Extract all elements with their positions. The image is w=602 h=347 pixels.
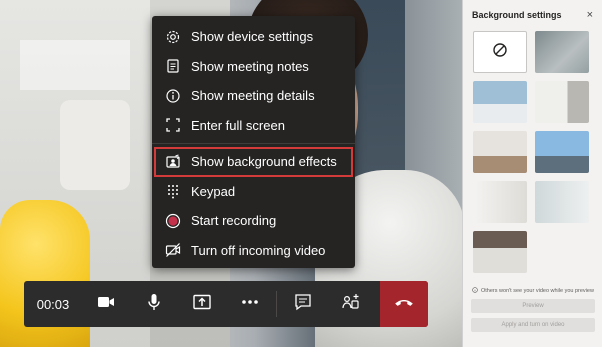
info-icon	[165, 88, 181, 104]
background-option-thumbnail[interactable]	[473, 181, 527, 223]
menu-item-keypad[interactable]: Keypad	[152, 177, 355, 207]
menu-item-full-screen[interactable]: Enter full screen	[152, 111, 355, 141]
background-option-thumbnail[interactable]	[535, 81, 589, 123]
fullscreen-icon	[165, 117, 181, 133]
no-background-icon	[492, 42, 508, 63]
share-screen-button[interactable]	[178, 281, 226, 327]
menu-item-label: Show device settings	[191, 29, 314, 45]
menu-item-label: Turn off incoming video	[191, 242, 326, 258]
menu-item-label: Show meeting details	[191, 88, 315, 104]
menu-item-label: Show meeting notes	[191, 58, 309, 74]
menu-item-label: Keypad	[191, 183, 236, 199]
menu-divider	[152, 143, 355, 144]
call-control-bar: 00:03	[24, 281, 428, 327]
info-icon	[472, 287, 478, 295]
background-option-thumbnail[interactable]	[535, 181, 589, 223]
share-screen-icon	[192, 292, 212, 317]
menu-item-label: Show background effects	[191, 154, 337, 170]
chat-button[interactable]	[279, 281, 327, 327]
apply-and-turn-on-video-button[interactable]: Apply and turn on video	[471, 318, 595, 332]
toolbar-divider	[276, 291, 277, 317]
teams-call-window: Show device settings Show meeting notes …	[0, 0, 602, 347]
camera-icon	[96, 292, 116, 317]
panel-header: Background settings ×	[463, 0, 602, 30]
microphone-icon	[144, 292, 164, 317]
hang-up-button[interactable]	[380, 281, 428, 327]
background-option-none[interactable]	[473, 31, 527, 73]
gear-icon	[165, 29, 181, 45]
participants-icon	[341, 292, 361, 317]
background-option-thumbnail[interactable]	[473, 81, 527, 123]
record-icon	[165, 213, 181, 229]
video-off-icon	[165, 242, 181, 258]
preview-note-text: Others won't see your video while you pr…	[481, 288, 594, 294]
background-settings-panel: Background settings × Others won't see y…	[462, 0, 602, 347]
menu-item-background-effects[interactable]: Show background effects	[154, 147, 353, 177]
background-option-thumbnail[interactable]	[473, 231, 527, 273]
video-background-shelf	[20, 40, 130, 90]
close-icon[interactable]: ×	[587, 9, 593, 21]
menu-item-device-settings[interactable]: Show device settings	[152, 22, 355, 52]
notes-icon	[165, 58, 181, 74]
menu-item-label: Enter full screen	[191, 117, 285, 133]
menu-item-turn-off-incoming-video[interactable]: Turn off incoming video	[152, 236, 355, 266]
panel-title: Background settings	[472, 10, 562, 20]
call-timer: 00:03	[36, 296, 70, 312]
background-effects-icon	[165, 154, 181, 170]
keypad-icon	[165, 183, 181, 199]
menu-item-meeting-details[interactable]: Show meeting details	[152, 81, 355, 111]
camera-button[interactable]	[82, 281, 130, 327]
more-options-icon	[240, 292, 260, 317]
menu-item-start-recording[interactable]: Start recording	[152, 206, 355, 236]
microphone-button[interactable]	[130, 281, 178, 327]
more-actions-menu: Show device settings Show meeting notes …	[152, 16, 355, 268]
menu-item-label: Start recording	[191, 213, 277, 229]
menu-item-meeting-notes[interactable]: Show meeting notes	[152, 52, 355, 82]
chat-icon	[293, 292, 313, 317]
more-options-button[interactable]	[226, 281, 274, 327]
video-background-hanging-item	[60, 100, 130, 190]
background-option-thumbnail[interactable]	[473, 131, 527, 173]
background-option-blur[interactable]	[535, 31, 589, 73]
preview-note: Others won't see your video while you pr…	[472, 287, 594, 295]
preview-button[interactable]: Preview	[471, 299, 595, 313]
participants-button[interactable]	[327, 281, 375, 327]
background-option-thumbnail[interactable]	[535, 131, 589, 173]
hang-up-icon	[393, 291, 415, 318]
background-options-grid	[473, 31, 591, 273]
